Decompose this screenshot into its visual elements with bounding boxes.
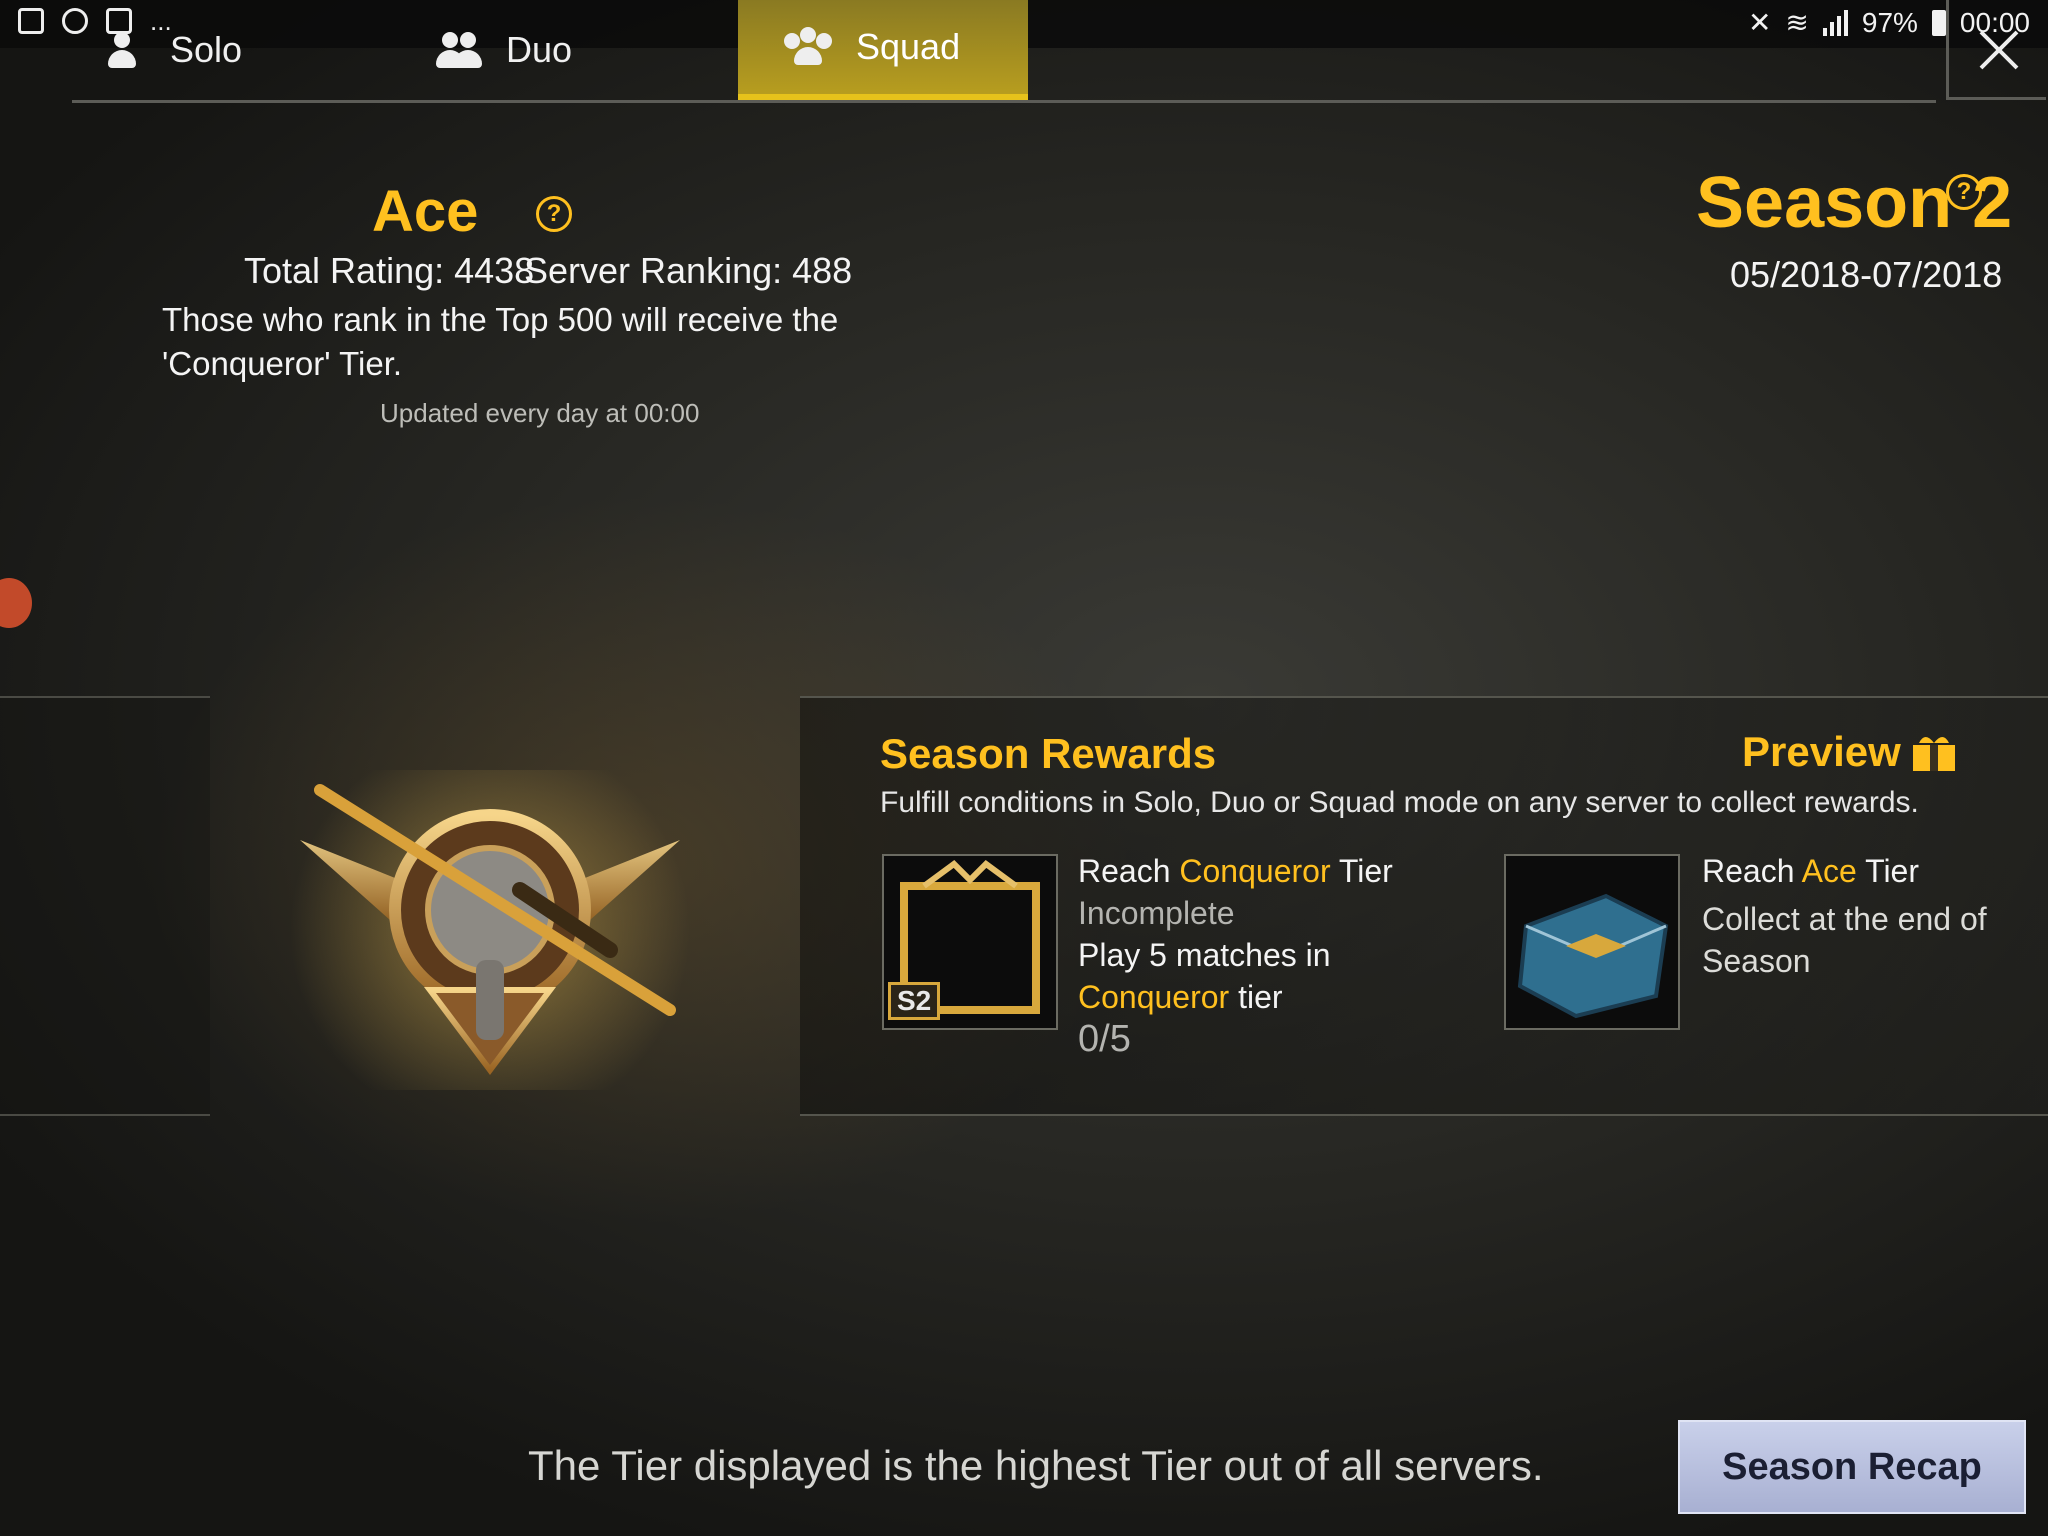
preview-label: Preview: [1742, 728, 1901, 775]
ace-crate-reward[interactable]: [1504, 854, 1680, 1030]
update-note: Updated every day at 00:00: [380, 398, 700, 428]
rewards-title: Season Rewards: [880, 730, 1217, 777]
season-recap-button[interactable]: Season Recap: [1678, 1420, 2026, 1514]
season-dates: 05/2018-07/2018: [1730, 254, 2003, 295]
season-badge: S2: [888, 982, 941, 1020]
floating-handle[interactable]: [0, 578, 32, 628]
reward1-title: Reach Conqueror Tier: [1078, 853, 1393, 889]
ace-tier-badge: [290, 770, 690, 1090]
tier-help-icon[interactable]: ?: [536, 196, 572, 232]
reward1-requirement: Play 5 matches in: [1078, 937, 1331, 973]
reward2-text: Reach Ace Tier Collect at the end of Sea…: [1702, 850, 2048, 982]
squad-icon: [782, 27, 834, 67]
reward1-progress: 0/5: [1078, 1018, 1131, 1060]
reward1-status: Incomplete: [1078, 895, 1235, 931]
rewards-description: Fulfill conditions in Solo, Duo or Squad…: [880, 786, 1919, 819]
tab-label: Squad: [856, 26, 961, 67]
left-panel: [0, 696, 210, 1116]
mode-tab-bar: Solo Duo Squad: [72, 0, 1936, 103]
reward2-status: Collect at the end of Season: [1702, 901, 1987, 979]
season-help-icon[interactable]: ?: [1946, 174, 1982, 210]
tier-name: Ace: [372, 179, 479, 244]
server-ranking: Server Ranking: 488: [524, 250, 853, 291]
preview-button[interactable]: Preview: [1742, 728, 1957, 776]
close-icon: [1979, 30, 2019, 70]
reward2-title: Reach Ace Tier: [1702, 853, 1919, 889]
reward1-text: Reach Conqueror Tier Incomplete Play 5 m…: [1078, 850, 1393, 1060]
tab-duo[interactable]: Duo: [432, 0, 652, 100]
conqueror-note: Those who rank in the Top 500 will recei…: [162, 301, 839, 382]
footer-note: The Tier displayed is the highest Tier o…: [528, 1442, 1544, 1489]
crate-icon: [1517, 893, 1669, 1019]
tab-solo[interactable]: Solo: [96, 0, 316, 100]
tab-squad[interactable]: Squad: [738, 0, 1028, 100]
gallery-icon: [18, 8, 44, 34]
close-button[interactable]: [1946, 0, 2046, 100]
tab-label: Duo: [506, 29, 573, 70]
gift-icon: [1912, 737, 1955, 771]
duo-icon: [432, 30, 484, 70]
tab-label: Solo: [170, 29, 243, 70]
solo-icon: [96, 30, 148, 70]
reward1-requirement-tier: Conqueror tier: [1078, 979, 1283, 1015]
total-rating: Total Rating: 4438: [244, 250, 535, 291]
conqueror-frame-reward[interactable]: S2: [882, 854, 1058, 1030]
